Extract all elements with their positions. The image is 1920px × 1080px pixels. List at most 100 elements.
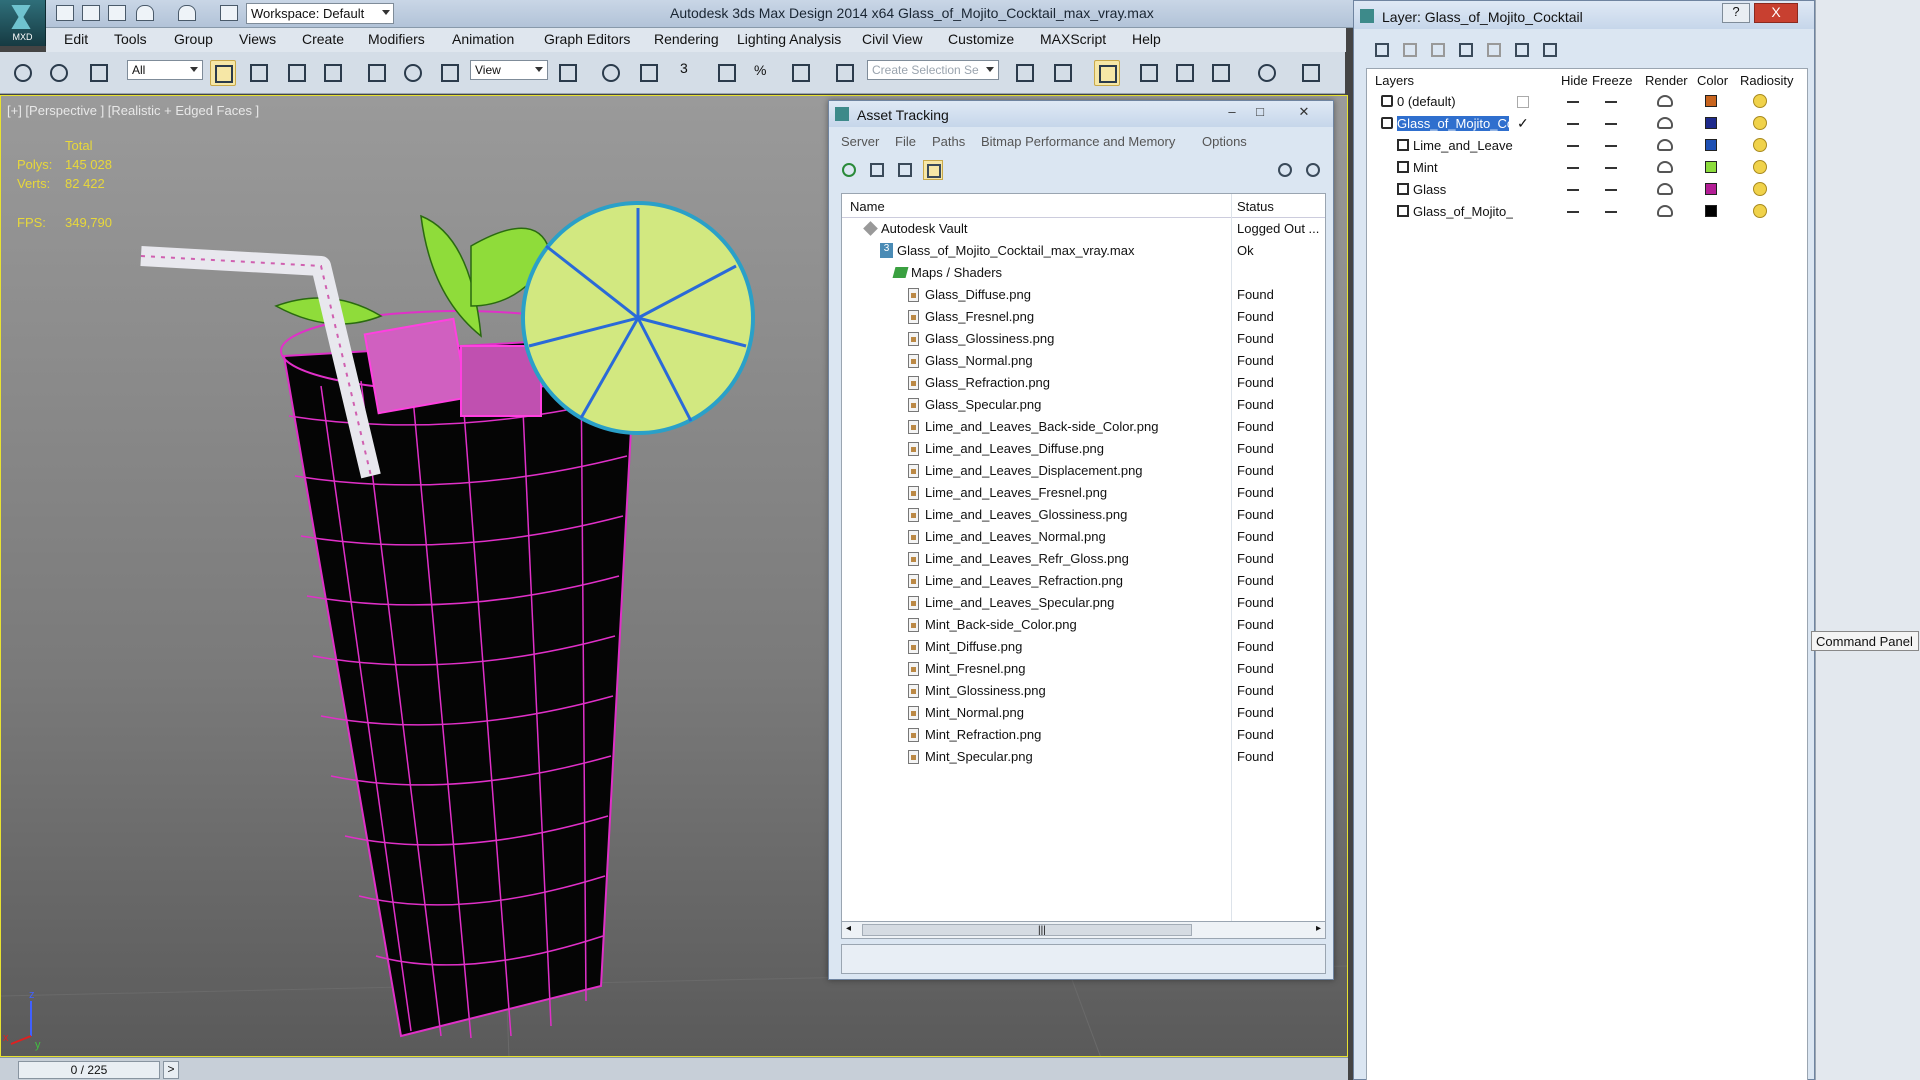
window-crossing-icon[interactable] [320,60,346,86]
column-render[interactable]: Render [1645,73,1688,88]
radiosity-icon[interactable] [1749,136,1769,154]
edit-named-selection-icon[interactable] [832,60,858,86]
create-layer-icon[interactable] [1372,40,1392,60]
scroll-right-icon[interactable]: ▸ [1316,923,1321,934]
column-freeze[interactable]: Freeze [1592,73,1632,88]
asset-row[interactable]: 3 Glass_of_Mojito_Cocktail_max_vray.max Ok [842,240,1325,262]
spinner-snap-icon[interactable] [788,60,814,86]
scroll-thumb[interactable]: ||| [862,924,1192,936]
refresh-icon[interactable] [839,160,859,180]
select-in-layer-icon[interactable] [1456,40,1476,60]
mirror-icon[interactable] [1012,60,1038,86]
viewport-label[interactable]: [+] [Perspective ] [Realistic + Edged Fa… [7,103,259,118]
reference-coordinate-select[interactable]: View [470,60,548,80]
menu-edit[interactable]: Edit [64,31,88,47]
column-radiosity[interactable]: Radiosity [1740,73,1793,88]
render-teapot-icon[interactable] [1657,183,1673,195]
column-name[interactable]: Name [850,199,885,214]
link-icon[interactable] [10,60,36,86]
radiosity-icon[interactable] [1749,92,1769,110]
render-teapot-icon[interactable] [1657,205,1673,217]
schematic-view-icon[interactable] [1208,60,1234,86]
menu-create[interactable]: Create [302,31,344,47]
named-selection-set-input[interactable]: Create Selection Se [867,60,999,80]
select-by-name-icon[interactable] [246,60,272,86]
asset-row[interactable]: Glass_Diffuse.png Found [842,284,1325,306]
graphite-toolbar-icon[interactable] [1136,60,1162,86]
menu-group[interactable]: Group [174,31,213,47]
move-icon[interactable] [364,60,390,86]
layer-color-swatch[interactable] [1705,161,1717,173]
curve-editor-icon[interactable] [1172,60,1198,86]
hide-toggle-icon[interactable] [1567,145,1579,147]
asset-row[interactable]: Mint_Specular.png Found [842,746,1325,768]
asset-menu-server[interactable]: Server [841,134,879,149]
project-folder-icon[interactable] [220,5,238,21]
menu-maxscript[interactable]: MAXScript [1040,31,1106,47]
asset-row[interactable]: Glass_Refraction.png Found [842,372,1325,394]
help-icon[interactable] [1303,160,1323,180]
layer-object-row[interactable]: Lime_and_Leave [1367,135,1807,157]
save-file-icon[interactable] [108,5,126,21]
asset-row[interactable]: Lime_and_Leaves_Displacement.png Found [842,460,1325,482]
select-manipulate-icon[interactable] [598,60,624,86]
maximize-icon[interactable]: □ [1247,104,1273,122]
column-hide[interactable]: Hide [1561,73,1588,88]
redo-icon[interactable] [178,5,196,21]
open-file-icon[interactable] [82,5,100,21]
layer-color-swatch[interactable] [1705,95,1717,107]
render-teapot-icon[interactable] [1657,117,1673,129]
freeze-toggle-icon[interactable] [1605,211,1617,213]
percent-snap-icon[interactable]: % [752,60,778,86]
asset-row[interactable]: Lime_and_Leaves_Normal.png Found [842,526,1325,548]
asset-row[interactable]: Autodesk Vault Logged Out ... [842,218,1325,240]
radiosity-icon[interactable] [1749,158,1769,176]
thumbnail-view-icon[interactable] [895,160,915,180]
freeze-toggle-icon[interactable] [1605,167,1617,169]
pivot-center-icon[interactable] [555,60,581,86]
layer-object-row[interactable]: Glass_of_Mojito_ [1367,201,1807,223]
layer-color-swatch[interactable] [1705,117,1717,129]
table-view-icon[interactable] [923,160,943,180]
asset-row[interactable]: Lime_and_Leaves_Refr_Gloss.png Found [842,548,1325,570]
menu-civil-view[interactable]: Civil View [862,31,922,47]
asset-row[interactable]: Glass_Fresnel.png Found [842,306,1325,328]
asset-row[interactable]: Mint_Back-side_Color.png Found [842,614,1325,636]
layer-list[interactable]: Layers Hide Freeze Render Color Radiosit… [1366,68,1808,1080]
list-view-icon[interactable] [867,160,887,180]
scale-icon[interactable] [437,60,463,86]
hide-toggle-icon[interactable] [1567,167,1579,169]
freeze-all-layers-icon[interactable] [1540,40,1560,60]
select-object-icon[interactable] [210,60,236,86]
vault-server-icon[interactable] [1275,160,1295,180]
freeze-toggle-icon[interactable] [1605,189,1617,191]
layer-object-row[interactable]: Glass [1367,179,1807,201]
freeze-toggle-icon[interactable] [1605,123,1617,125]
app-logo-icon[interactable]: MXD [0,0,46,46]
asset-menu-bitmap-performance[interactable]: Bitmap Performance and Memory [981,134,1175,149]
workspace-select[interactable]: Workspace: Default [246,3,394,24]
radiosity-icon[interactable] [1749,180,1769,198]
asset-row[interactable]: Glass_Specular.png Found [842,394,1325,416]
asset-row[interactable]: Lime_and_Leaves_Specular.png Found [842,592,1325,614]
hide-toggle-icon[interactable] [1567,123,1579,125]
delete-layer-icon[interactable] [1400,40,1420,60]
asset-row[interactable]: Mint_Diffuse.png Found [842,636,1325,658]
layer-color-swatch[interactable] [1705,139,1717,151]
radiosity-icon[interactable] [1749,114,1769,132]
layer-row[interactable]: Glass_of_Mojito_Co ✓ [1367,113,1807,135]
asset-horizontal-scrollbar[interactable]: ◂ ||| ▸ [841,921,1326,939]
render-teapot-icon[interactable] [1657,139,1673,151]
asset-row[interactable]: Lime_and_Leaves_Fresnel.png Found [842,482,1325,504]
asset-row[interactable]: Lime_and_Leaves_Refraction.png Found [842,570,1325,592]
menu-modifiers[interactable]: Modifiers [368,31,425,47]
bind-space-warp-icon[interactable] [86,60,112,86]
layer-explorer-icon[interactable] [1094,60,1120,86]
menu-customize[interactable]: Customize [948,31,1014,47]
render-setup-icon[interactable] [1298,60,1324,86]
radiosity-icon[interactable] [1749,202,1769,220]
menu-views[interactable]: Views [239,31,276,47]
unlink-icon[interactable] [46,60,72,86]
help-button[interactable]: ? [1722,3,1750,23]
scroll-left-icon[interactable]: ◂ [846,923,851,934]
